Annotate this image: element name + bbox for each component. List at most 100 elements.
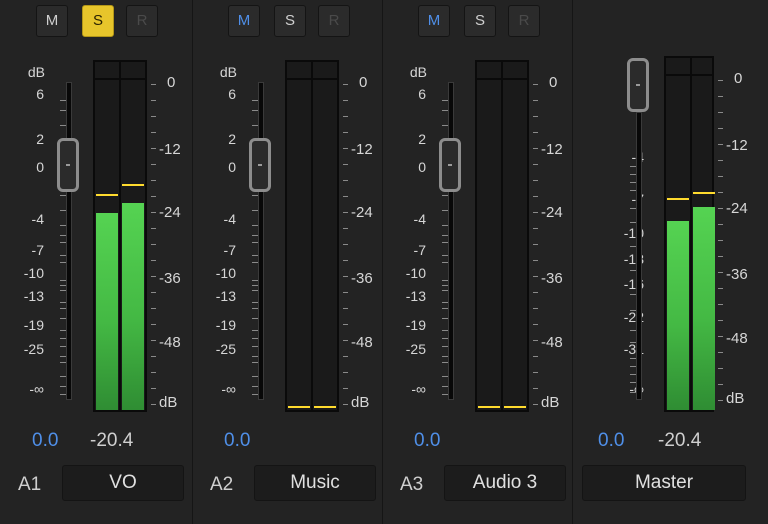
right-channel-meter [503,80,527,410]
solo-button[interactable]: S [274,5,306,37]
fader-scale-label: -19 [23,317,44,333]
fader-scale-label: -10 [23,265,44,281]
meter-clip-indicators[interactable] [95,62,145,80]
meter-tick [718,160,723,161]
volume-value[interactable]: 0.0 [414,430,440,452]
fader-tick [442,338,448,339]
fader-tick [630,222,636,223]
fader-tick [630,382,636,383]
meter-tick [343,164,348,165]
volume-fader-handle[interactable] [249,138,271,192]
fader-track[interactable] [66,82,72,400]
fader-tick [252,195,258,196]
meter-tick [718,256,723,257]
right-peak-hold [314,406,336,408]
volume-value[interactable]: 0.0 [224,430,250,452]
level-meter [285,60,339,412]
left-channel-meter [666,76,690,410]
fader-tick [442,195,448,196]
fader-tick [252,262,258,263]
track-strip: M S RdB 6 2 0 -4 -7 -10 -13 -19 -25 -∞ 0 -12 -24 -36 -48 d… [0,0,193,524]
solo-button[interactable]: S [464,5,496,37]
meter-scale-label: -12 [726,137,748,154]
fader-tick [442,125,448,126]
meter-tick [151,148,156,149]
master-name-field[interactable]: Master [582,465,746,501]
meter-scale-label: dB [159,394,178,411]
fader-scale-label: 0 [228,159,236,175]
fader-tick [60,242,66,243]
meter-tick [343,340,348,341]
meter-tick [151,116,156,117]
fader-tick [252,302,258,303]
volume-fader-handle[interactable] [57,138,79,192]
meter-tick [533,372,538,373]
fader-track[interactable] [636,112,642,400]
meter-tick [151,292,156,293]
meter-tick [343,276,348,277]
fader-tick [630,246,636,247]
meter-scale-label: -24 [726,200,748,217]
meter-tick [718,80,723,81]
meter-tick [151,356,156,357]
fader-scale-label: -4 [223,211,236,227]
meter-tick [718,224,723,225]
fader-tick [442,362,448,363]
fader-scale-unit: dB [27,64,45,80]
fader-tick [60,308,66,309]
fader-tick [442,376,448,377]
track-name-field[interactable]: Music [254,465,376,501]
right-peak-hold [122,184,144,187]
fader-scale-label: -19 [405,317,426,333]
track-name-field[interactable]: VO [62,465,184,501]
meter-tick [533,116,538,117]
track-name-field[interactable]: Audio 3 [444,465,566,501]
meter-tick [718,112,723,113]
meter-clip-divider [501,62,503,78]
meter-tick [343,308,348,309]
level-meter [93,60,147,412]
meter-tick [343,116,348,117]
solo-button[interactable]: S [82,5,114,37]
volume-value[interactable]: 0.0 [598,430,624,452]
fader-track[interactable] [448,82,454,400]
fader-tick [60,386,66,387]
fader-tick [252,356,258,357]
fader-scale-label: -19 [215,317,236,333]
fader-tick [252,210,258,211]
meter-tick [533,276,538,277]
meter-tick [151,180,156,181]
fader-tick [60,285,66,286]
peak-value: -20.4 [90,430,134,451]
fader-scale-label: 6 [418,86,426,102]
meter-clip-indicators[interactable] [666,58,712,76]
meter-tick [718,128,723,129]
fader-tick [252,290,258,291]
volume-value[interactable]: 0.0 [32,430,58,452]
meter-tick [533,132,538,133]
volume-fader-handle[interactable] [439,138,461,192]
meter-clip-indicators[interactable] [477,62,527,80]
fader-track[interactable] [258,82,264,400]
master-strip: dB0-4-7-10-13-16-22-31-∞0-12-24-36-48dB0… [572,0,768,524]
fader-tick [60,235,66,236]
meter-tick [343,84,348,85]
right-peak-hold [504,406,526,408]
meter-tick [533,292,538,293]
fader-tick [60,302,66,303]
meter-tick [718,240,723,241]
meter-tick [343,292,348,293]
fader-tick [252,330,258,331]
fader-tick [60,100,66,101]
left-level-fill [667,220,689,410]
fader-tick [442,394,448,395]
volume-fader-handle[interactable] [627,58,649,112]
meter-tick [343,356,348,357]
track-strip: M S RdB 6 2 0 -4 -7 -10 -13 -19 -25 -∞ 0 -12 -24 -36 -48 d… [192,0,383,524]
meter-tick [718,304,723,305]
fader-scale-label: -13 [215,288,236,304]
fader-tick [442,100,448,101]
right-level-fill [122,202,144,410]
meter-clip-indicators[interactable] [287,62,337,80]
fader-tick [60,338,66,339]
